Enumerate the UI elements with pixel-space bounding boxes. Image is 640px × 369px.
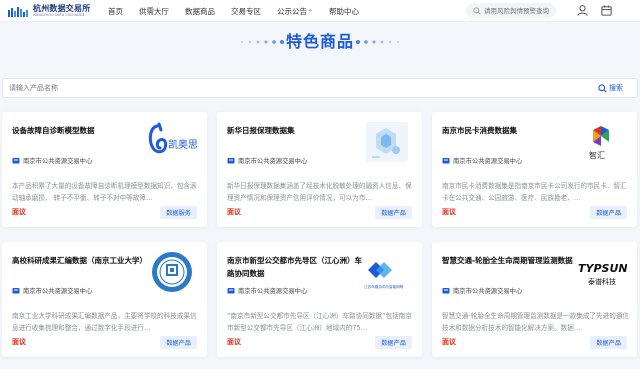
building-icon [227, 158, 235, 164]
building-icon [12, 158, 20, 164]
category-tag[interactable]: 数据产品 [375, 336, 412, 349]
card-description: 本产品积累了大量的设备故障自诊断机理模型数据知识，包含滚动轴承磨损、 转子不平衡… [12, 182, 197, 202]
card-description: 智慧交通-轮胎全生命周期管理监测数据是一款集成了先进的通信技术和数据分析技术的智… [442, 312, 630, 332]
card-logo-text: 智汇 [589, 150, 605, 160]
nav-trade-zone[interactable]: 交易专区 [231, 6, 261, 17]
user-icon[interactable] [576, 4, 589, 17]
building-icon [12, 288, 20, 294]
provider: 南京市公共资源交易中心 [12, 286, 92, 295]
main-nav: 首页 供需大厅 数据商品 交易专区 公示公告⌃ 帮助中心 [108, 0, 375, 22]
xinhua-logo-icon [366, 122, 408, 162]
provider-name: 南京市公共资源交易中心 [23, 158, 93, 165]
header-search [466, 3, 556, 18]
kaos-logo-icon: 凯奥思 [148, 122, 197, 154]
provider: 南京市公共资源交易中心 [227, 156, 307, 165]
provider-name: 南京市公共资源交易中心 [23, 288, 93, 295]
card-logo-text: 江苏车路协同与智能网联 [364, 284, 404, 289]
building-icon [227, 288, 235, 294]
nav-supply-demand[interactable]: 供需大厅 [139, 6, 169, 17]
search-icon [598, 83, 607, 93]
card-title: 高校科研成果汇编数据（南京工业大学） [12, 256, 147, 265]
site-logo[interactable]: 杭州数据交易所 HANGZHOU DATA EXCHANGE [8, 3, 90, 19]
category-tag[interactable]: 数据产品 [590, 206, 627, 219]
provider: 南京市公共资源交易中心 [442, 286, 522, 295]
price-label: 面议 [442, 208, 456, 216]
provider-name: 南京市公共资源交易中心 [238, 158, 308, 165]
product-card[interactable]: 新华日报保理数据集 南京市公共资源交易中心 新华日报保理数据集涵盖了经技术化脱敏… [217, 112, 422, 227]
product-card[interactable]: 南京市民卡消费数据集 智汇 南京市公共资源交易中心 南京市民卡消费数据集是指南京… [432, 112, 637, 227]
price-label: 面议 [442, 338, 456, 346]
card-logo-text: TYPSUN [578, 262, 627, 275]
category-tag[interactable]: 数据产品 [160, 336, 197, 349]
nav-help[interactable]: 帮助中心 [329, 6, 359, 17]
price-label: 面议 [227, 208, 241, 216]
logo-subtitle: HANGZHOU DATA EXCHANGE [33, 12, 85, 17]
top-header: 杭州数据交易所 HANGZHOU DATA EXCHANGE 首页 供需大厅 数… [0, 0, 640, 22]
search-button-label: 搜索 [609, 84, 623, 92]
search-button[interactable]: 搜索 [598, 83, 623, 93]
price-label: 面议 [12, 338, 26, 346]
provider: 南京市公共资源交易中心 [442, 156, 522, 165]
njtech-logo-icon [152, 252, 192, 292]
category-tag[interactable]: 数据产品 [375, 206, 412, 219]
zhihui-logo-icon: 智汇 [589, 126, 609, 160]
card-title: 新华日报保理数据集 [227, 126, 295, 135]
card-description: 南京市民卡消费数据集是指南京市民卡公司发行的市民卡、智汇卡在公共交通、公园旅游、… [442, 182, 627, 202]
card-logo-subtext: 泰谱科技 [588, 277, 616, 286]
building-icon [442, 288, 450, 294]
v2x-logo-icon: 江苏车路协同与智能网联 [364, 262, 404, 289]
logo-title: 杭州数据交易所 [33, 3, 91, 13]
product-card[interactable]: 高校科研成果汇编数据（南京工业大学） 南京市公共资源交易中心 南京工业大学科研成… [2, 242, 207, 357]
card-title: 南京市民卡消费数据集 [442, 126, 517, 135]
card-description: 南京工业大学科研成果汇编数据产品，主要将学校的科技成果信息进行收集梳理和整合，通… [12, 312, 197, 332]
search-icon [473, 6, 481, 15]
product-card[interactable]: 南京市新型公交都市先导区（江心洲）车路协同数据 江苏车路协同与智能网联 南京市公… [217, 242, 422, 357]
category-tag[interactable]: 数据产品 [590, 336, 627, 349]
header-search-input[interactable] [484, 6, 554, 15]
chevron-down-icon: ⌃ [308, 8, 314, 16]
provider-name: 南京市公共资源交易中心 [453, 288, 523, 295]
category-tag[interactable]: 数据服务 [160, 206, 197, 219]
cart-icon[interactable] [600, 4, 613, 17]
nav-data-products[interactable]: 数据商品 [185, 6, 215, 17]
title-decoration-right [356, 40, 399, 44]
logo-mark-icon [8, 6, 28, 17]
product-search-input[interactable] [9, 84, 569, 92]
product-card[interactable]: 设备故障自诊断模型数据 凯奥思 南京市公共资源交易中心 本产品积累了大量的设备故… [2, 112, 207, 227]
price-label: 面议 [12, 208, 26, 216]
page-title: 特色商品 [285, 32, 354, 51]
nav-announcements[interactable]: 公示公告⌃ [277, 6, 313, 17]
card-description: 新华日报保理数据集涵盖了经技术化脱敏处理的融资人信息、保理资产情况和保理资产信用… [227, 182, 412, 202]
card-title: 智慧交通-轮胎全生命周期管理监测数据 [442, 256, 573, 265]
provider-name: 南京市公共资源交易中心 [238, 288, 308, 295]
price-label: 面议 [227, 338, 241, 346]
card-description: “南京市新型公交都市先导区（江心洲）车路协同数据”包括南京市新型公交都市先导区（… [227, 312, 412, 332]
product-search-bar: 搜索 [2, 78, 638, 98]
provider-name: 南京市公共资源交易中心 [453, 158, 523, 165]
card-title: 南京市新型公交都市先导区（江心洲）车路协同数据 [227, 256, 362, 278]
product-card[interactable]: 智慧交通-轮胎全生命周期管理监测数据 TYPSUN 泰谱科技 南京市公共资源交易… [432, 242, 637, 357]
typsun-logo-icon: TYPSUN 泰谱科技 [578, 262, 627, 286]
building-icon [442, 158, 450, 164]
card-title: 设备故障自诊断模型数据 [12, 126, 95, 135]
card-logo-text: 凯奥思 [168, 138, 197, 151]
nav-announcements-label: 公示公告 [277, 6, 307, 16]
provider: 南京市公共资源交易中心 [12, 156, 92, 165]
provider: 南京市公共资源交易中心 [227, 286, 307, 295]
nav-home[interactable]: 首页 [108, 6, 123, 17]
